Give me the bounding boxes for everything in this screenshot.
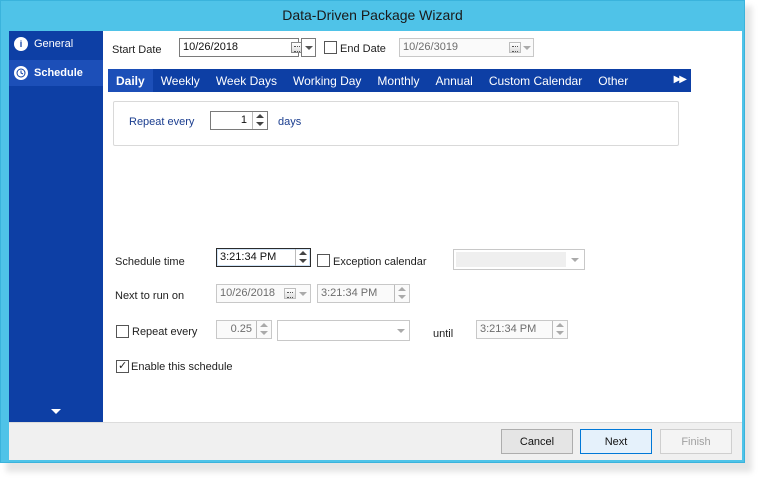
start-date-label: Start Date [112, 44, 162, 56]
next-run-time-value: 3:21:34 PM [321, 287, 378, 299]
until-time-value: 3:21:34 PM [480, 323, 537, 335]
repeat-every-label: Repeat every [132, 326, 198, 338]
repeat-unit-select[interactable] [277, 320, 410, 341]
next-run-label: Next to run on [115, 290, 185, 302]
until-time-input[interactable]: 3:21:34 PM [476, 320, 568, 339]
tab-annual[interactable]: Annual [427, 69, 480, 92]
sidebar: i General Schedule [9, 31, 103, 422]
daily-repeat-unit: days [278, 116, 302, 128]
calendar-icon[interactable] [509, 42, 521, 53]
sidebar-item-label: Schedule [34, 67, 83, 79]
spin-buttons[interactable] [252, 112, 267, 129]
tab-weekly[interactable]: Weekly [153, 69, 208, 92]
calendar-icon[interactable] [284, 288, 296, 299]
exception-calendar-select[interactable] [453, 249, 585, 270]
spin-buttons[interactable] [295, 249, 310, 266]
daily-repeat-stepper[interactable]: 1 [210, 111, 268, 130]
spin-buttons[interactable] [256, 321, 271, 338]
spin-buttons[interactable] [552, 321, 567, 338]
frequency-tabs: Daily Weekly Week Days Working Day Month… [108, 69, 691, 92]
start-date-picker[interactable]: 10/26/2018 [179, 38, 303, 57]
wizard-window: Data-Driven Package Wizard i General Sch… [0, 0, 745, 463]
sidebar-item-label: General [34, 38, 74, 50]
end-date-picker[interactable]: 10/26/3019 [399, 38, 534, 57]
wizard-footer: Cancel Next Finish [9, 422, 742, 460]
next-run-date-picker[interactable]: 10/26/2018 [216, 284, 311, 303]
tab-monthly[interactable]: Monthly [369, 69, 427, 92]
start-date-dropdown[interactable] [301, 38, 316, 57]
chevron-down-icon[interactable] [51, 409, 61, 414]
sidebar-item-general[interactable]: i General [9, 31, 103, 57]
start-date-value: 10/26/2018 [183, 41, 239, 53]
tab-working-day[interactable]: Working Day [285, 69, 369, 92]
tab-other[interactable]: Other [590, 69, 636, 92]
cancel-button[interactable]: Cancel [501, 429, 573, 454]
next-button[interactable]: Next [580, 429, 652, 454]
enable-schedule-checkbox[interactable] [116, 359, 129, 373]
spin-buttons[interactable] [394, 285, 409, 302]
enable-schedule-label: Enable this schedule [131, 361, 233, 373]
tab-daily[interactable]: Daily [108, 69, 153, 92]
schedule-panel: Start Date 10/26/2018 End Date 10/26/301… [103, 31, 742, 422]
schedule-time-value: 3:21:34 PM [220, 251, 277, 263]
tab-custom-calendar[interactable]: Custom Calendar [481, 69, 590, 92]
daily-repeat-value: 1 [240, 114, 247, 126]
repeat-every-checkbox[interactable] [116, 325, 129, 338]
exception-calendar-checkbox[interactable] [317, 254, 330, 267]
next-run-time-input[interactable]: 3:21:34 PM [317, 284, 410, 303]
exception-calendar-label: Exception calendar [333, 256, 427, 268]
tab-week-days[interactable]: Week Days [208, 69, 285, 92]
clock-icon [14, 66, 28, 80]
next-run-date-value: 10/26/2018 [220, 287, 276, 299]
end-date-label: End Date [340, 43, 386, 55]
sidebar-item-schedule[interactable]: Schedule [9, 60, 103, 86]
daily-repeat-label: Repeat every [129, 116, 195, 128]
schedule-time-input[interactable]: 3:21:34 PM [216, 248, 311, 267]
window-title: Data-Driven Package Wizard [282, 7, 463, 23]
until-label: until [433, 328, 454, 340]
exception-calendar-value [456, 252, 566, 267]
info-icon: i [14, 37, 28, 51]
repeat-every-value: 0.25 [230, 323, 252, 335]
finish-button[interactable]: Finish [660, 429, 732, 454]
daily-options-group: Repeat every 1 days [113, 101, 679, 146]
tab-scroll-right-icon[interactable]: ▶▶ [674, 74, 687, 85]
end-date-checkbox[interactable] [324, 41, 337, 54]
end-date-value: 10/26/3019 [403, 41, 459, 53]
schedule-time-label: Schedule time [115, 256, 185, 268]
repeat-every-stepper[interactable]: 0.25 [216, 320, 272, 339]
